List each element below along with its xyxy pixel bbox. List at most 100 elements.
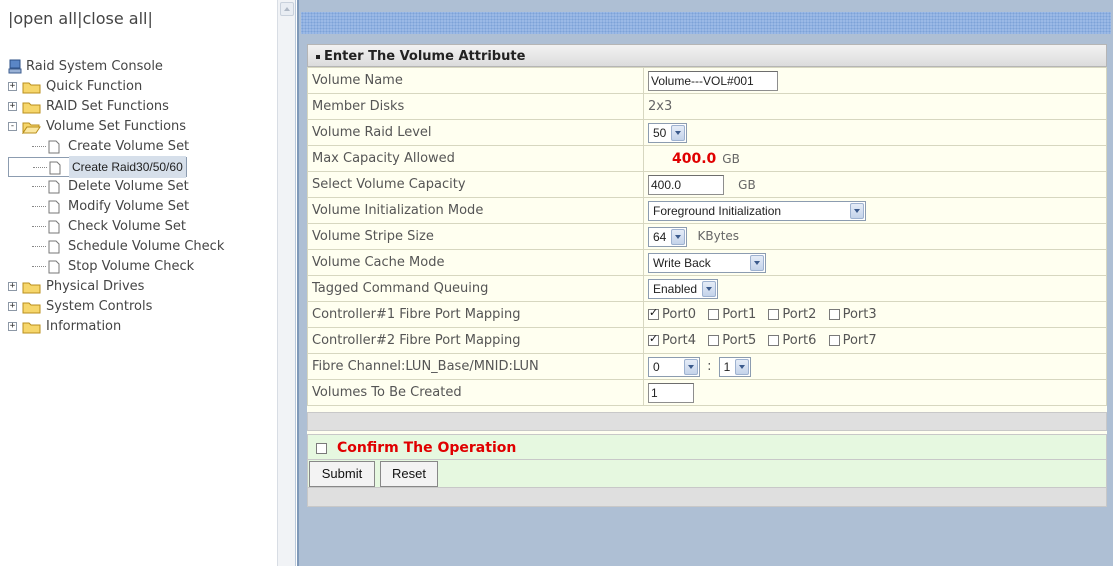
port4-checkbox[interactable] (648, 332, 659, 346)
row-label: Fibre Channel:LUN_Base/MNID:LUN (307, 353, 644, 380)
document-icon (48, 220, 60, 234)
navigation-tree: Raid System Console + Quick Function + R… (8, 57, 224, 337)
port3-checkbox[interactable] (828, 309, 840, 320)
select-value: 0 (653, 359, 660, 374)
port-label: Port7 (842, 333, 877, 348)
volumes-count-input[interactable] (648, 382, 694, 403)
table-row: Volume Initialization Mode Foreground In… (307, 197, 1107, 224)
expand-icon[interactable]: + (8, 102, 17, 111)
tree-item-raid-set-functions[interactable]: + RAID Set Functions (8, 97, 224, 117)
chevron-down-icon[interactable] (750, 254, 764, 271)
tree-subitem-label: Delete Volume Set (68, 179, 189, 194)
cache-mode-select[interactable]: Write Back (648, 252, 766, 273)
port1-checkbox[interactable] (708, 309, 720, 320)
expand-icon[interactable]: + (8, 322, 17, 331)
port0-checkbox[interactable] (648, 306, 659, 320)
select-value: 1 (723, 359, 731, 374)
submit-button[interactable]: Submit (309, 461, 375, 487)
document-icon (49, 161, 61, 175)
open-folder-icon (22, 122, 41, 134)
stripe-size-select[interactable]: 64 (648, 226, 688, 247)
tree-item-volume-set-functions[interactable]: - Volume Set Functions (8, 117, 224, 137)
port-label: Port3 (842, 307, 877, 322)
initialization-mode-select[interactable]: Foreground Initialization (648, 200, 866, 221)
document-icon (48, 200, 60, 214)
bottom-frame (299, 542, 1113, 566)
row-label: Select Volume Capacity (307, 171, 644, 198)
left-scrollbar[interactable] (277, 0, 295, 566)
table-row: Controller#1 Fibre Port Mapping Port0 Po… (307, 301, 1107, 328)
scroll-up-arrow-icon[interactable] (280, 2, 294, 16)
row-value: 64 KBytes (643, 223, 1107, 250)
lun-separator: : (707, 359, 712, 374)
row-label: Controller#1 Fibre Port Mapping (307, 301, 644, 328)
chevron-down-icon[interactable] (671, 228, 686, 245)
expand-icon[interactable]: + (8, 282, 17, 291)
tree-item-label: Quick Function (46, 79, 143, 94)
computer-icon (8, 59, 22, 74)
row-value: Port0 Port1 Port2 Port3 (643, 301, 1107, 328)
member-disks-value: 2x3 (648, 99, 673, 114)
expand-icon[interactable]: + (8, 82, 17, 91)
tagged-queuing-select[interactable]: Enabled (648, 278, 719, 299)
button-row: Submit Reset (307, 460, 1107, 488)
open-all-link[interactable]: open all (13, 9, 77, 28)
tree-item-label: Information (46, 319, 122, 334)
select-value: Foreground Initialization (653, 203, 782, 218)
row-value (643, 379, 1107, 406)
tree-item-physical-drives[interactable]: + Physical Drives (8, 277, 224, 297)
tree-subitem-create-raid30-50-60[interactable]: Create Raid30/50/60 (8, 156, 187, 178)
port7-checkbox[interactable] (828, 335, 840, 346)
tree-subitem-stop-volume-check[interactable]: Stop Volume Check (8, 257, 224, 277)
confirm-checkbox[interactable] (316, 442, 327, 454)
open-close-links: |open all|close all| (8, 9, 153, 28)
chevron-down-icon[interactable] (684, 358, 698, 375)
row-value: Enabled (643, 275, 1107, 302)
close-all-link[interactable]: close all (83, 9, 148, 28)
row-label: Tagged Command Queuing (307, 275, 644, 302)
tree-item-quick-function[interactable]: + Quick Function (8, 77, 224, 97)
table-row: Max Capacity Allowed 400.0 GB (307, 145, 1107, 172)
unit-label: GB (738, 177, 756, 192)
row-label: Max Capacity Allowed (307, 145, 644, 172)
tree-item-information[interactable]: + Information (8, 317, 224, 337)
unit-label: GB (722, 151, 740, 166)
volume-name-input[interactable] (648, 70, 778, 91)
separator-bar (307, 412, 1107, 431)
row-value: 50 (643, 119, 1107, 146)
bullet-icon (316, 54, 320, 59)
chevron-down-icon[interactable] (735, 358, 750, 375)
row-label: Volume Name (307, 67, 644, 94)
port2-checkbox[interactable] (768, 309, 780, 320)
row-value: GB (643, 171, 1107, 198)
row-value: 0 : 1 (643, 353, 1107, 380)
port5-checkbox[interactable] (708, 335, 720, 346)
chevron-down-icon[interactable] (671, 124, 686, 141)
raid-level-select[interactable]: 50 (648, 122, 688, 143)
chevron-down-icon[interactable] (702, 280, 717, 297)
confirm-row: Confirm The Operation (307, 434, 1107, 460)
tree-item-system-controls[interactable]: + System Controls (8, 297, 224, 317)
tree-subitem-modify-volume-set[interactable]: Modify Volume Set (8, 197, 224, 217)
tree-root[interactable]: Raid System Console (8, 57, 224, 77)
tree-subitem-delete-volume-set[interactable]: Delete Volume Set (8, 177, 224, 197)
port6-checkbox[interactable] (768, 335, 780, 346)
collapse-icon[interactable]: - (8, 122, 17, 131)
reset-button[interactable]: Reset (380, 461, 438, 487)
tree-subitem-create-volume-set[interactable]: Create Volume Set (8, 137, 224, 157)
expand-icon[interactable]: + (8, 302, 17, 311)
tree-subitem-label: Schedule Volume Check (68, 239, 225, 254)
tree-subitem-check-volume-set[interactable]: Check Volume Set (8, 217, 224, 237)
lun-select[interactable]: 1 (718, 356, 752, 377)
tree-subitem-schedule-volume-check[interactable]: Schedule Volume Check (8, 237, 224, 257)
row-label: Volume Cache Mode (307, 249, 644, 276)
document-icon (48, 180, 60, 194)
select-value: 50 (653, 125, 667, 140)
lun-base-select[interactable]: 0 (648, 356, 700, 377)
select-value: 64 (653, 229, 667, 244)
volume-capacity-input[interactable] (648, 174, 724, 195)
row-label: Volume Initialization Mode (307, 197, 644, 224)
chevron-down-icon[interactable] (850, 202, 864, 219)
max-capacity-value: 400.0 (672, 150, 717, 167)
row-value: Foreground Initialization (643, 197, 1107, 224)
